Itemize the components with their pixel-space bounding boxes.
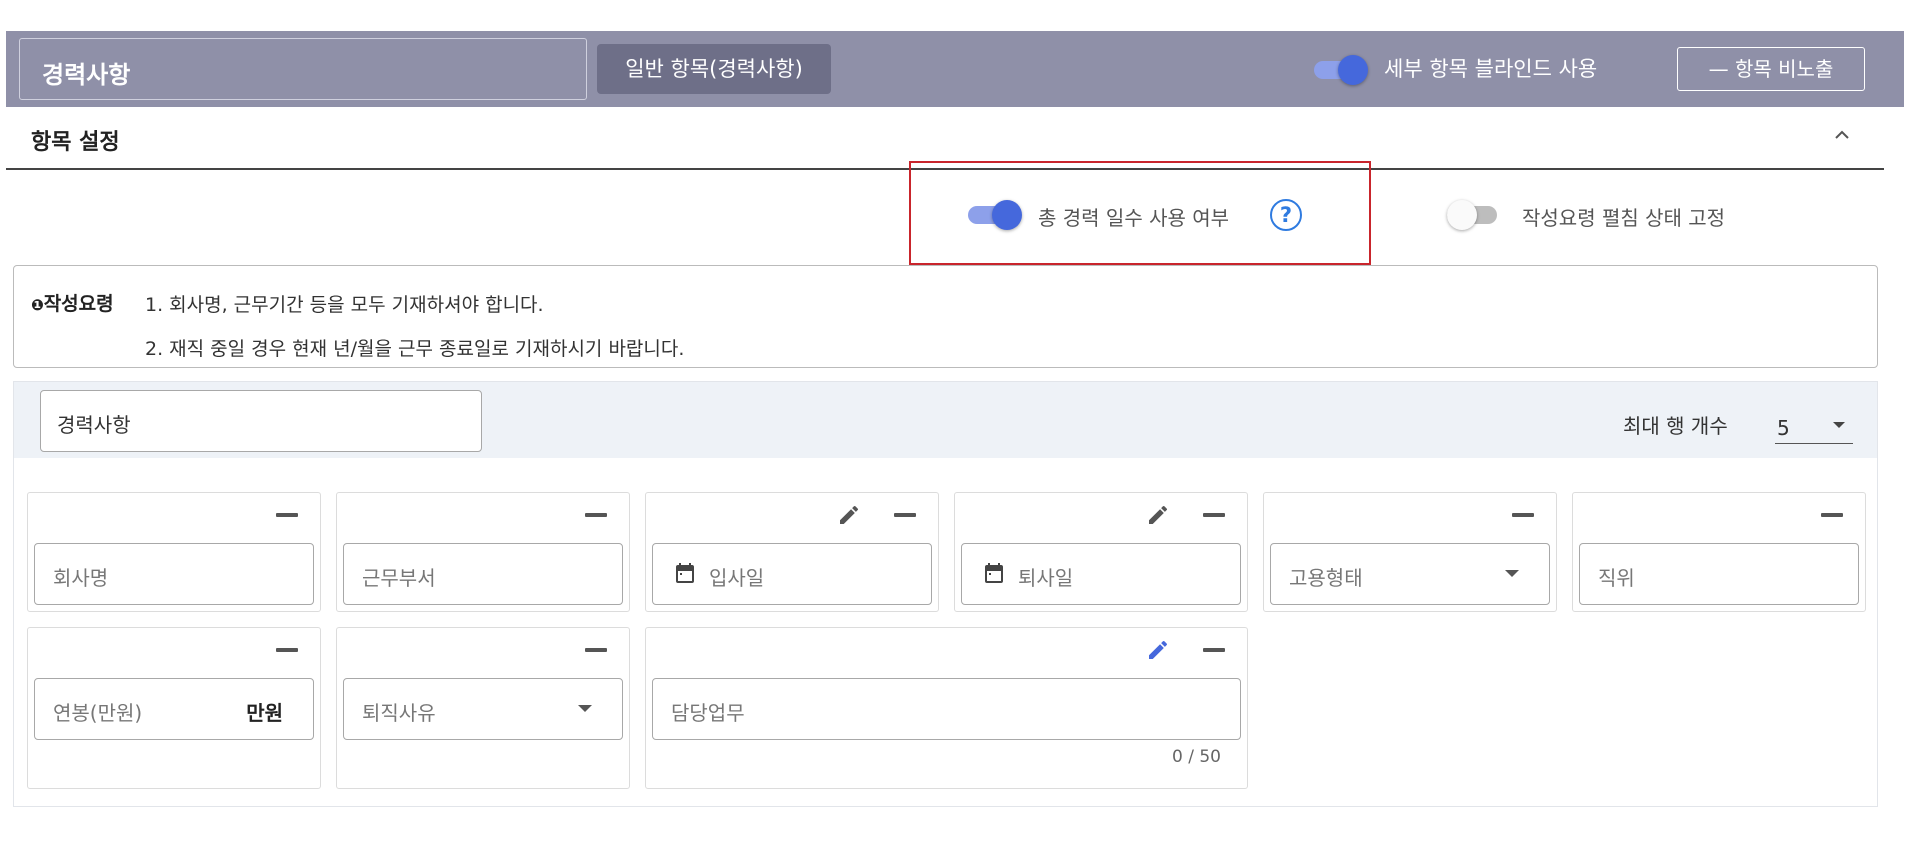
caret-down-icon bbox=[1833, 422, 1845, 428]
toggle-knob bbox=[992, 200, 1022, 230]
position-placeholder: 직위 bbox=[1598, 566, 1635, 590]
field-card-join-date: 입사일 bbox=[645, 492, 939, 612]
minus-icon[interactable] bbox=[1512, 513, 1534, 517]
company-field[interactable]: 회사명 bbox=[34, 543, 314, 605]
section-header: 경력사항 일반 항목(경력사항) 세부 항목 블라인드 사용 — 항목 비노출 bbox=[6, 31, 1904, 107]
guide-fixed-label: 작성요령 펼침 상태 고정 bbox=[1522, 206, 1726, 230]
blind-label: 세부 항목 블라인드 사용 bbox=[1384, 57, 1598, 81]
minus-icon[interactable] bbox=[276, 648, 298, 652]
department-field[interactable]: 근무부서 bbox=[343, 543, 623, 605]
leave-date-placeholder: 퇴사일 bbox=[1018, 566, 1074, 590]
duty-placeholder: 담당업무 bbox=[671, 701, 745, 725]
career-days-toggle[interactable] bbox=[968, 199, 1022, 231]
minus-icon[interactable] bbox=[276, 513, 298, 517]
minus-icon[interactable] bbox=[585, 513, 607, 517]
leave-date-field[interactable]: 퇴사일 bbox=[961, 543, 1241, 605]
toggle-knob bbox=[1447, 200, 1477, 230]
leave-reason-select[interactable]: 퇴직사유 bbox=[343, 678, 623, 740]
field-card-company: 회사명 bbox=[27, 492, 321, 612]
hide-item-button[interactable]: — 항목 비노출 bbox=[1677, 47, 1865, 91]
guide-heading: ❶작성요령 bbox=[31, 289, 114, 316]
salary-field[interactable]: 연봉(만원) 만원 bbox=[34, 678, 314, 740]
calendar-icon bbox=[676, 563, 694, 583]
table-name-value: 경력사항 bbox=[57, 413, 131, 437]
guide-line-1: 1. 회사명, 근무기간 등을 모두 기재하셔야 합니다. bbox=[145, 294, 544, 316]
field-card-leave-reason: 퇴직사유 bbox=[336, 627, 630, 789]
section-title: 경력사항 bbox=[42, 61, 131, 89]
company-placeholder: 회사명 bbox=[53, 566, 109, 590]
guide-heading-text: 작성요령 bbox=[43, 293, 114, 315]
minus-icon[interactable] bbox=[585, 648, 607, 652]
minus-icon[interactable] bbox=[894, 513, 916, 517]
department-placeholder: 근무부서 bbox=[362, 566, 436, 590]
guide-fixed-toggle[interactable] bbox=[1447, 199, 1501, 231]
position-field[interactable]: 직위 bbox=[1579, 543, 1859, 605]
field-card-department: 근무부서 bbox=[336, 492, 630, 612]
guide-box: ❶작성요령 1. 회사명, 근무기간 등을 모두 기재하셔야 합니다. 2. 재… bbox=[13, 265, 1878, 368]
guide-line-2: 2. 재직 중일 경우 현재 년/월을 근무 종료일로 기재하시기 바랍니다. bbox=[145, 338, 685, 360]
duty-field[interactable]: 담당업무 bbox=[652, 678, 1241, 740]
calendar-icon bbox=[985, 563, 1003, 583]
join-date-placeholder: 입사일 bbox=[709, 566, 765, 590]
item-type-chip: 일반 항목(경력사항) bbox=[597, 44, 831, 94]
caret-down-icon bbox=[1505, 570, 1519, 577]
minus-icon[interactable] bbox=[1203, 648, 1225, 652]
table-name-input[interactable]: 경력사항 bbox=[40, 390, 482, 452]
blind-toggle[interactable] bbox=[1314, 54, 1368, 86]
pencil-icon[interactable] bbox=[1146, 638, 1170, 662]
career-days-label: 총 경력 일수 사용 여부 bbox=[1038, 206, 1230, 230]
max-rows-label: 최대 행 개수 bbox=[1623, 414, 1728, 438]
minus-icon[interactable] bbox=[1821, 513, 1843, 517]
field-card-employment-type: 고용형태 bbox=[1263, 492, 1557, 612]
join-date-field[interactable]: 입사일 bbox=[652, 543, 932, 605]
employment-type-placeholder: 고용형태 bbox=[1289, 566, 1363, 590]
salary-unit: 만원 bbox=[246, 701, 283, 725]
pencil-icon[interactable] bbox=[837, 503, 861, 527]
employment-type-select[interactable]: 고용형태 bbox=[1270, 543, 1550, 605]
field-card-leave-date: 퇴사일 bbox=[954, 492, 1248, 612]
caret-down-icon bbox=[578, 705, 592, 712]
field-card-salary: 연봉(만원) 만원 bbox=[27, 627, 321, 789]
section-title-input[interactable]: 경력사항 bbox=[19, 38, 587, 100]
field-card-position: 직위 bbox=[1572, 492, 1866, 612]
settings-label: 항목 설정 bbox=[31, 130, 120, 155]
max-rows-value: 5 bbox=[1777, 416, 1790, 440]
salary-placeholder: 연봉(만원) bbox=[53, 701, 143, 725]
leave-reason-placeholder: 퇴직사유 bbox=[362, 701, 436, 725]
field-card-duty: 담당업무 0 / 50 bbox=[645, 627, 1248, 789]
help-icon[interactable]: ? bbox=[1270, 199, 1302, 231]
duty-char-count: 0 / 50 bbox=[1172, 747, 1221, 767]
table-panel: 경력사항 최대 행 개수 5 회사명 근무부서 입사일 퇴사일 고용형태 직위 … bbox=[13, 381, 1878, 807]
minus-icon[interactable] bbox=[1203, 513, 1225, 517]
max-rows-select[interactable]: 5 bbox=[1775, 406, 1853, 444]
pencil-icon[interactable] bbox=[1146, 503, 1170, 527]
table-panel-header: 경력사항 최대 행 개수 5 bbox=[14, 382, 1877, 458]
guide-bullet-icon: ❶ bbox=[31, 296, 44, 314]
toggle-knob bbox=[1338, 55, 1368, 85]
chevron-up-icon[interactable] bbox=[1831, 124, 1853, 146]
